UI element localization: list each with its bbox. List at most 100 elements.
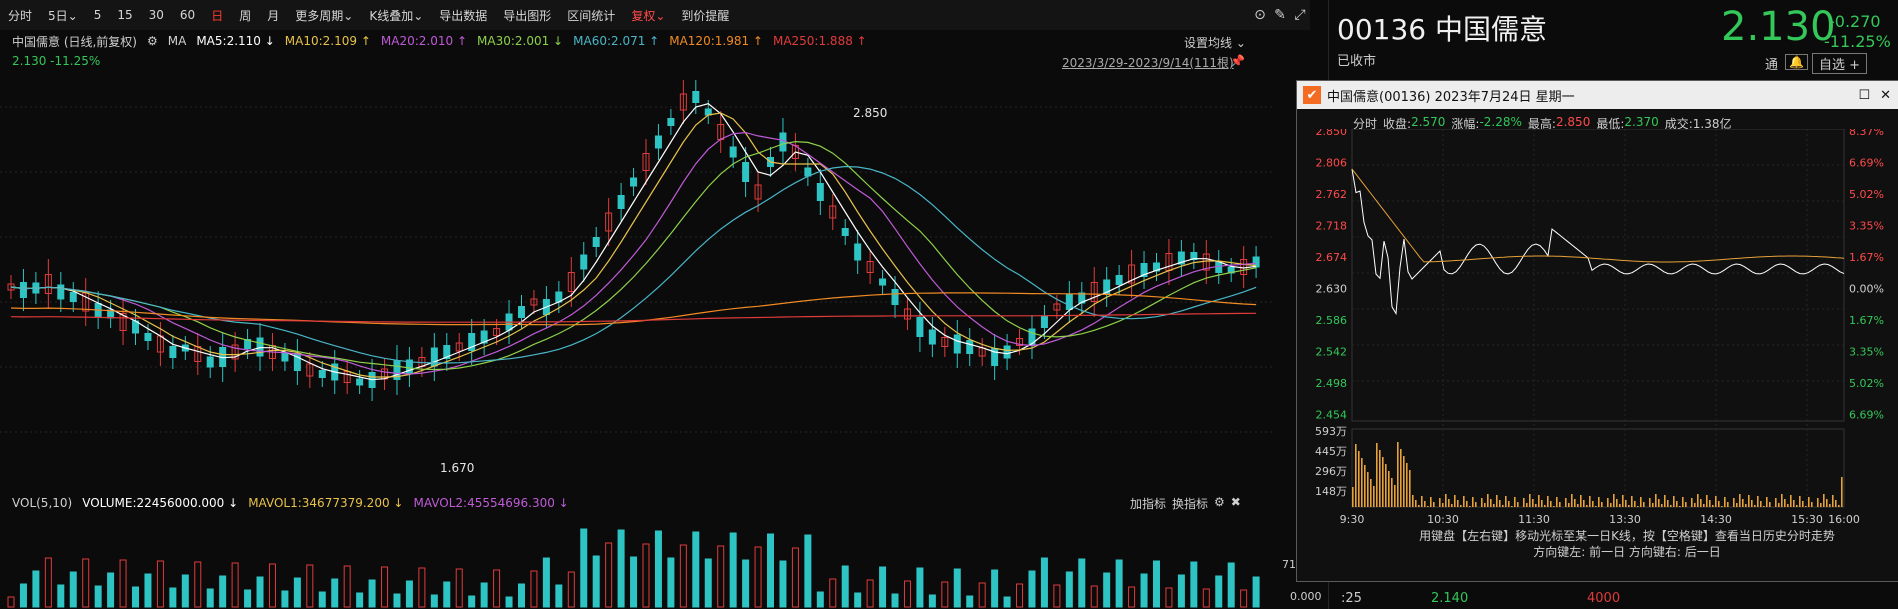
- close-icon[interactable]: ✖: [1231, 495, 1241, 512]
- time-axis-label: 15:30: [1791, 513, 1823, 526]
- volume-bar: [1796, 505, 1798, 507]
- high-label: 2.850: [853, 106, 887, 120]
- popup-titlebar[interactable]: ✔ 中国儒意(00136) 2023年7月24日 星期一 ☐ ✕: [1297, 81, 1898, 109]
- volume-bar: [418, 567, 426, 608]
- fullscreen-icon[interactable]: ⤢: [1290, 5, 1310, 25]
- tab-5min[interactable]: 5: [86, 8, 110, 22]
- volume-bar: [1652, 503, 1654, 507]
- stock-name: 00136 中国儒意: [1337, 13, 1547, 46]
- left-axis-label: 2.674: [1316, 251, 1348, 264]
- volume-bar: [1778, 503, 1780, 507]
- volume-bar: [32, 570, 40, 608]
- volume-bar: [1529, 494, 1531, 507]
- volume-bar: [1358, 451, 1360, 507]
- gear-icon[interactable]: ⚙: [147, 34, 158, 48]
- ma250-value: MA250:1.888 ↑: [772, 34, 867, 48]
- volume-bar: [1165, 587, 1173, 608]
- candle-body: [281, 352, 289, 362]
- volume-chart[interactable]: [0, 512, 1275, 609]
- tab-60min[interactable]: 60: [172, 8, 203, 22]
- indicator-actions: 加指标 换指标 ⚙ ✖: [1130, 495, 1241, 512]
- left-axis-label: 2.806: [1316, 157, 1348, 170]
- volume-bar: [1448, 499, 1450, 507]
- ma30-value: MA30:2.001 ↓: [477, 34, 564, 48]
- volume-bar: [1580, 495, 1582, 507]
- volume-bar: [1415, 500, 1417, 507]
- volume-bar: [82, 558, 90, 608]
- volume-bar: [879, 566, 887, 608]
- more-periods-menu[interactable]: 更多周期⌄: [287, 7, 361, 24]
- volume-bar: [1697, 494, 1699, 507]
- tab-15min[interactable]: 15: [109, 8, 140, 22]
- tab-week[interactable]: 周: [231, 7, 259, 24]
- volume-bar: [1439, 498, 1441, 507]
- volume-bar: [717, 545, 725, 608]
- candle-body: [804, 167, 812, 177]
- avg-line: [1351, 168, 1845, 263]
- volume-bar: [1475, 502, 1477, 507]
- volume-bar: [1421, 496, 1423, 507]
- volume-bar: [1703, 504, 1705, 507]
- intraday-chart[interactable]: 2.850 2.806 2.762 2.718 2.674 2.630 2.586 2.542…: [1297, 129, 1898, 539]
- volume-bar: [368, 579, 376, 608]
- volume-bar: [1715, 496, 1717, 507]
- candle-body: [816, 183, 824, 201]
- volume-bar: [1115, 559, 1123, 608]
- maximize-icon[interactable]: ☐: [1858, 88, 1870, 103]
- volume-bar: [1493, 504, 1495, 507]
- volume-bar: [293, 577, 301, 608]
- volume-bar: [1028, 570, 1036, 608]
- right-axis-label: 8.37%: [1849, 129, 1884, 138]
- chevron-circle-icon[interactable]: ⊙: [1250, 5, 1270, 25]
- ma-settings-button[interactable]: 设置均线 ⌄: [1184, 34, 1246, 51]
- volume-bar: [1718, 501, 1720, 507]
- brush-icon[interactable]: ✎: [1270, 5, 1290, 25]
- volume-bar: [7, 596, 15, 608]
- tong-badge: 通: [1765, 58, 1779, 73]
- kline-chart[interactable]: 2.850 1.670: [0, 52, 1275, 492]
- volume-bar: [1352, 487, 1354, 507]
- volume-bar: [331, 578, 339, 608]
- tab-fenshi[interactable]: 分时: [0, 7, 40, 24]
- volume-bar: [1523, 498, 1525, 507]
- volume-bar: [1556, 497, 1558, 507]
- volume-bar: [219, 575, 227, 608]
- tab-5day-label: 5日: [48, 8, 68, 23]
- kline-overlay-menu[interactable]: K线叠加⌄: [361, 7, 431, 24]
- watchlist-button[interactable]: 自选 +: [1812, 53, 1868, 74]
- volume-bar: [1694, 503, 1696, 507]
- tab-month[interactable]: 月: [259, 7, 287, 24]
- popup-hint-2: 方向键左: 前一日 方向键右: 后一日: [1533, 545, 1721, 559]
- add-indicator-button[interactable]: 加指标: [1130, 495, 1166, 512]
- range-stats-button[interactable]: 区间统计: [559, 7, 623, 24]
- volume-bar: [1670, 505, 1672, 507]
- volume-bar: [1240, 589, 1248, 608]
- tab-30min[interactable]: 30: [141, 8, 172, 22]
- volume-bar: [1496, 495, 1498, 507]
- vol-label: VOL(5,10): [12, 496, 73, 510]
- export-image-button[interactable]: 导出图形: [495, 7, 559, 24]
- candle-body: [729, 146, 737, 158]
- volume-bar: [592, 555, 600, 608]
- volume-bar: [1760, 501, 1762, 507]
- vol-axis-label: 296万: [1315, 465, 1347, 478]
- adjust-menu[interactable]: 复权⌄: [623, 7, 673, 24]
- tab-day[interactable]: 日: [203, 7, 231, 24]
- close-icon[interactable]: ✕: [1880, 88, 1891, 103]
- price-alert-button[interactable]: 到价提醒: [673, 7, 737, 24]
- volume-bar: [1424, 501, 1426, 507]
- switch-indicator-button[interactable]: 换指标: [1172, 495, 1208, 512]
- candle-body: [19, 282, 27, 298]
- bell-icon[interactable]: 🔔: [1785, 54, 1808, 70]
- volume-bar: [517, 583, 525, 608]
- gear-icon[interactable]: ⚙: [1214, 495, 1225, 512]
- tab-5day[interactable]: 5日⌄: [40, 7, 86, 24]
- left-axis-label: 2.542: [1316, 346, 1348, 359]
- ma-label: MA: [167, 34, 187, 48]
- export-data-button[interactable]: 导出数据: [431, 7, 495, 24]
- volume-bar: [1745, 504, 1747, 507]
- volume-bar: [1445, 494, 1447, 507]
- volume-bar: [903, 580, 911, 608]
- popup-title: 中国儒意(00136) 2023年7月24日 星期一: [1327, 89, 1575, 105]
- intraday-popup[interactable]: ✔ 中国儒意(00136) 2023年7月24日 星期一 ☐ ✕ 分时 收盘: 2…: [1296, 80, 1898, 582]
